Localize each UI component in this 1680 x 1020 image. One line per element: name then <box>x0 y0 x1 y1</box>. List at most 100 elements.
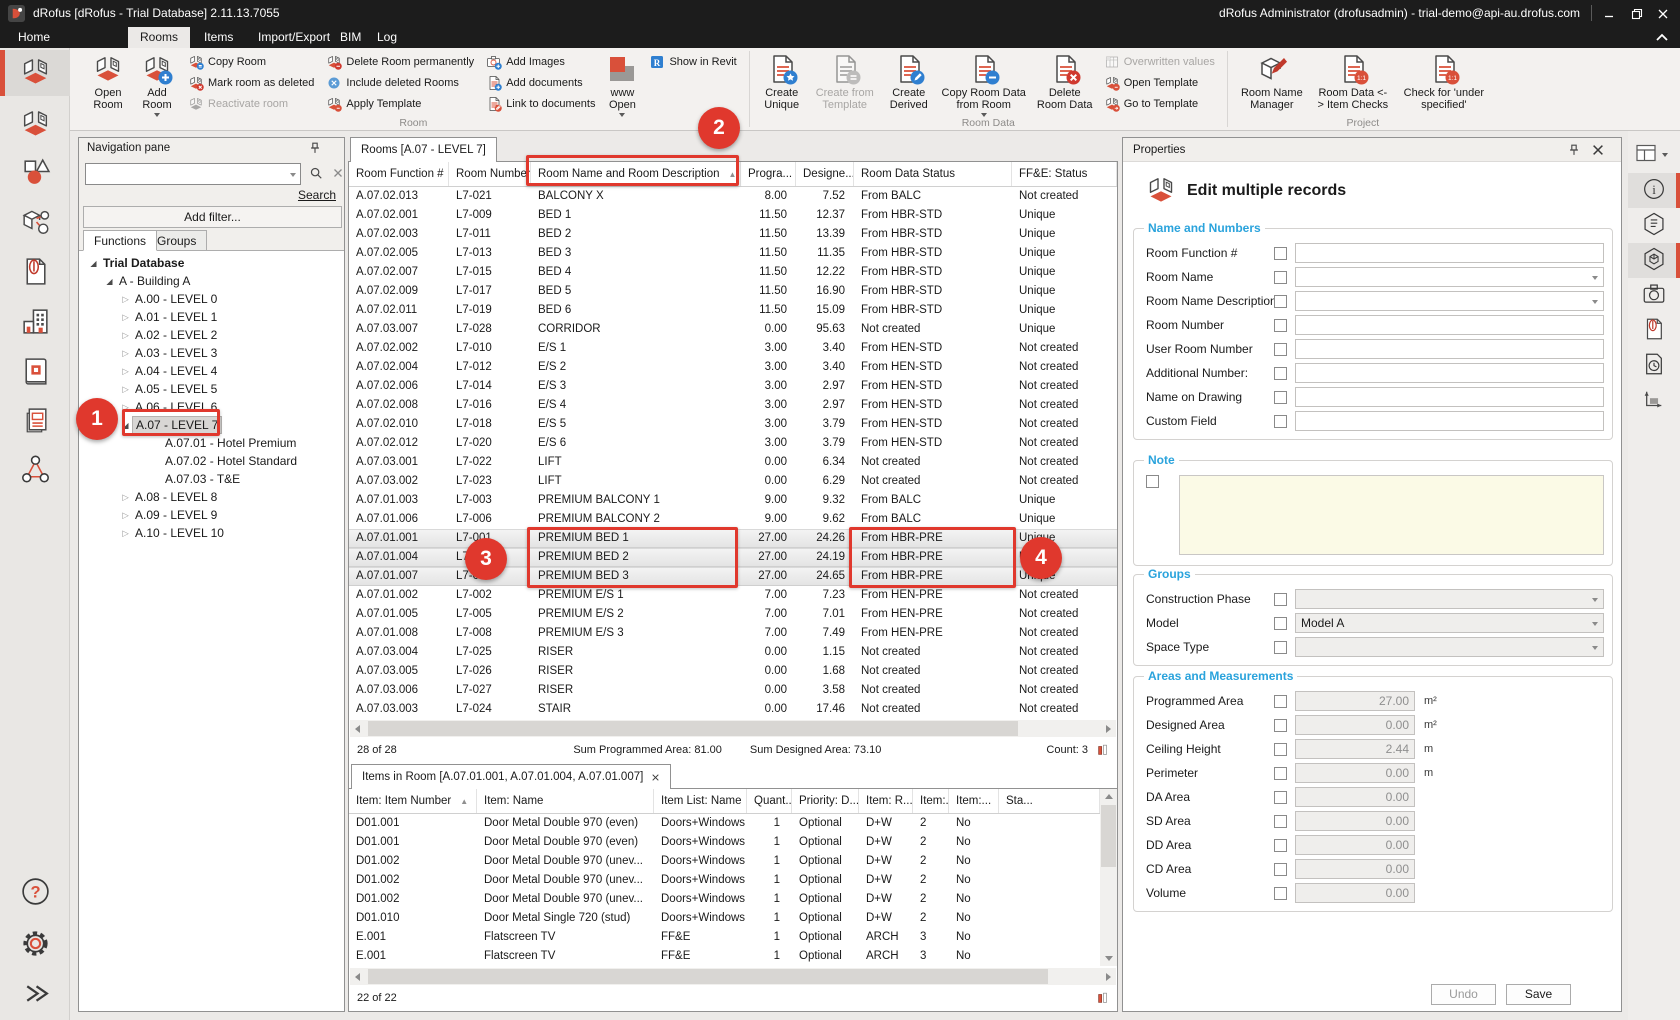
scroll-right-icon[interactable] <box>1106 973 1111 981</box>
tree-item-label[interactable]: A.10 - LEVEL 10 <box>132 525 227 541</box>
field-input[interactable] <box>1295 363 1604 383</box>
field-input[interactable]: 0.00 <box>1295 787 1415 807</box>
room-row[interactable]: A.07.03.006L7-027RISER0.003.58Not create… <box>349 681 1117 700</box>
sidebar-item-buildings[interactable] <box>0 300 70 346</box>
column-header[interactable]: Sta... <box>999 789 1100 813</box>
tree-expander-icon[interactable]: ▷ <box>119 492 132 503</box>
room-row[interactable]: A.07.03.005L7-026RISER0.001.68Not create… <box>349 662 1117 681</box>
undo-button[interactable]: Undo <box>1431 984 1496 1005</box>
field-input[interactable]: 0.00 <box>1295 811 1415 831</box>
item-row[interactable]: E.001Flatscreen TVFF&E1OptionalARCH3No <box>349 947 1100 966</box>
field-input[interactable]: 0.00 <box>1295 859 1415 879</box>
room-row[interactable]: A.07.01.007L7-007PREMIUM BED 327.0024.65… <box>349 567 1117 586</box>
field-checkbox[interactable] <box>1274 791 1287 804</box>
room-row[interactable]: A.07.03.002L7-023LIFT0.006.29Not created… <box>349 472 1117 491</box>
tree-expander-icon[interactable]: ▷ <box>119 384 132 395</box>
column-header[interactable]: Item: Name <box>477 789 654 813</box>
sidebar-item-item-groups[interactable] <box>0 200 70 246</box>
apply-template-button[interactable]: Apply Template <box>322 93 478 114</box>
open-template-button[interactable]: Open Template <box>1100 72 1219 93</box>
check-under-specified-button[interactable]: 1:1 Check for 'under specified' <box>1398 51 1490 113</box>
column-header[interactable]: Room Number <box>449 162 531 186</box>
add-documents-button[interactable]: Add documents <box>482 72 599 93</box>
tree-item[interactable]: ◢Trial Database <box>79 254 344 272</box>
www-open-button[interactable]: www Open <box>603 51 641 119</box>
copy-room-button[interactable]: Copy Room <box>184 51 318 72</box>
room-row[interactable]: A.07.02.008L7-016E/S 43.002.97From HEN-S… <box>349 396 1117 415</box>
copy-room-data-button[interactable]: Copy Room Data from Room <box>938 51 1030 119</box>
close-icon[interactable] <box>651 773 660 782</box>
tree-item[interactable]: A.07.03 - T&E <box>79 470 344 488</box>
room-row[interactable]: A.07.02.013L7-021BALCONY X8.007.52From B… <box>349 187 1117 206</box>
column-header[interactable]: Progra... <box>741 162 796 186</box>
save-button[interactable]: Save <box>1506 984 1571 1005</box>
tree-item-label[interactable]: A.05 - LEVEL 5 <box>132 381 220 397</box>
tree-item-label[interactable]: A.08 - LEVEL 8 <box>132 489 220 505</box>
sidebar-item-relations[interactable] <box>0 448 70 494</box>
layout-selector[interactable] <box>1634 141 1674 167</box>
room-row[interactable]: A.07.01.003L7-003PREMIUM BALCONY 19.009.… <box>349 491 1117 510</box>
note-checkbox[interactable] <box>1146 475 1159 488</box>
sidebar-item-documents[interactable] <box>0 250 70 296</box>
go-to-template-button[interactable]: Go to Template <box>1100 93 1219 114</box>
field-checkbox[interactable] <box>1274 415 1287 428</box>
tree-item-label[interactable]: A.03 - LEVEL 3 <box>132 345 220 361</box>
room-row[interactable]: A.07.01.001L7-001PREMIUM BED 127.0024.26… <box>349 529 1117 548</box>
field-checkbox[interactable] <box>1274 367 1287 380</box>
toolbar-info[interactable]: i <box>1628 173 1680 208</box>
add-room-button[interactable]: Add Room <box>134 51 180 119</box>
field-checkbox[interactable] <box>1274 641 1287 654</box>
overwritten-values-button[interactable]: Overwritten values <box>1100 51 1219 72</box>
field-checkbox[interactable] <box>1274 617 1287 630</box>
scroll-up-icon[interactable] <box>1105 794 1113 799</box>
toolbar-attachments[interactable] <box>1628 313 1680 348</box>
items-h-scrollbar[interactable] <box>350 968 1116 985</box>
item-row[interactable]: D01.001Door Metal Double 970 (even)Doors… <box>349 833 1100 852</box>
sidebar-item-settings[interactable] <box>0 922 70 968</box>
field-input[interactable] <box>1295 315 1604 335</box>
column-header[interactable]: Item:... <box>913 789 949 813</box>
note-input[interactable] <box>1179 475 1604 555</box>
tree-expander-icon[interactable]: ▷ <box>119 330 132 341</box>
create-from-template-button[interactable]: Create from Template <box>810 51 880 113</box>
field-checkbox[interactable] <box>1274 719 1287 732</box>
tab-log[interactable]: Log <box>365 27 409 48</box>
room-name-manager-button[interactable]: Room Name Manager <box>1236 51 1308 113</box>
room-row[interactable]: A.07.02.001L7-009BED 111.5012.37From HBR… <box>349 206 1117 225</box>
tree-expander-icon[interactable]: ◢ <box>87 259 100 268</box>
room-row[interactable]: A.07.02.005L7-013BED 311.5011.35From HBR… <box>349 244 1117 263</box>
close-icon[interactable] <box>1591 143 1605 157</box>
field-dropdown[interactable] <box>1295 291 1604 311</box>
field-checkbox[interactable] <box>1274 247 1287 260</box>
column-header[interactable]: Item:... <box>949 789 999 813</box>
tree-expander-icon[interactable]: ▷ <box>119 366 132 377</box>
field-input[interactable] <box>1295 411 1604 431</box>
tree-item-label[interactable]: A.06 - LEVEL 6 <box>132 399 220 415</box>
pin-icon[interactable] <box>308 141 322 155</box>
room-row[interactable]: A.07.02.004L7-012E/S 23.003.40From HEN-S… <box>349 358 1117 377</box>
column-header[interactable]: Quant... <box>747 789 792 813</box>
field-checkbox[interactable] <box>1274 271 1287 284</box>
column-header[interactable]: Room Function # <box>349 162 449 186</box>
tree-expander-icon[interactable]: ▷ <box>119 402 132 413</box>
column-header[interactable]: Room Data Status <box>854 162 1012 186</box>
tree-item-label[interactable]: A.01 - LEVEL 1 <box>132 309 220 325</box>
scroll-left-icon[interactable] <box>355 725 360 733</box>
field-checkbox[interactable] <box>1274 767 1287 780</box>
item-checks-button[interactable]: 1:1 Room Data <- > Item Checks <box>1312 51 1394 113</box>
field-input[interactable]: 27.00 <box>1295 691 1415 711</box>
sidebar-item-rooms[interactable] <box>0 50 70 96</box>
delete-room-data-button[interactable]: Delete Room Data <box>1034 51 1096 113</box>
scroll-down-icon[interactable] <box>1105 956 1113 961</box>
item-row[interactable]: D01.010Door Metal Single 720 (stud)Doors… <box>349 909 1100 928</box>
tree-item-label[interactable]: A.07.03 - T&E <box>162 471 243 487</box>
tree-item-label[interactable]: A - Building A <box>116 273 193 289</box>
toolbar-measurements[interactable] <box>1628 383 1680 418</box>
room-row[interactable]: A.07.01.004L7-004PREMIUM BED 227.0024.19… <box>349 548 1117 567</box>
create-unique-button[interactable]: Create Unique <box>758 51 806 113</box>
room-row[interactable]: A.07.01.005L7-005PREMIUM E/S 27.007.01Fr… <box>349 605 1117 624</box>
rooms-tab[interactable]: Rooms [A.07 - LEVEL 7] <box>350 137 497 162</box>
tree-expander-icon[interactable]: ◢ <box>119 421 132 430</box>
tree-expander-icon[interactable]: ▷ <box>119 348 132 359</box>
tree-item[interactable]: ▷A.08 - LEVEL 8 <box>79 488 344 506</box>
